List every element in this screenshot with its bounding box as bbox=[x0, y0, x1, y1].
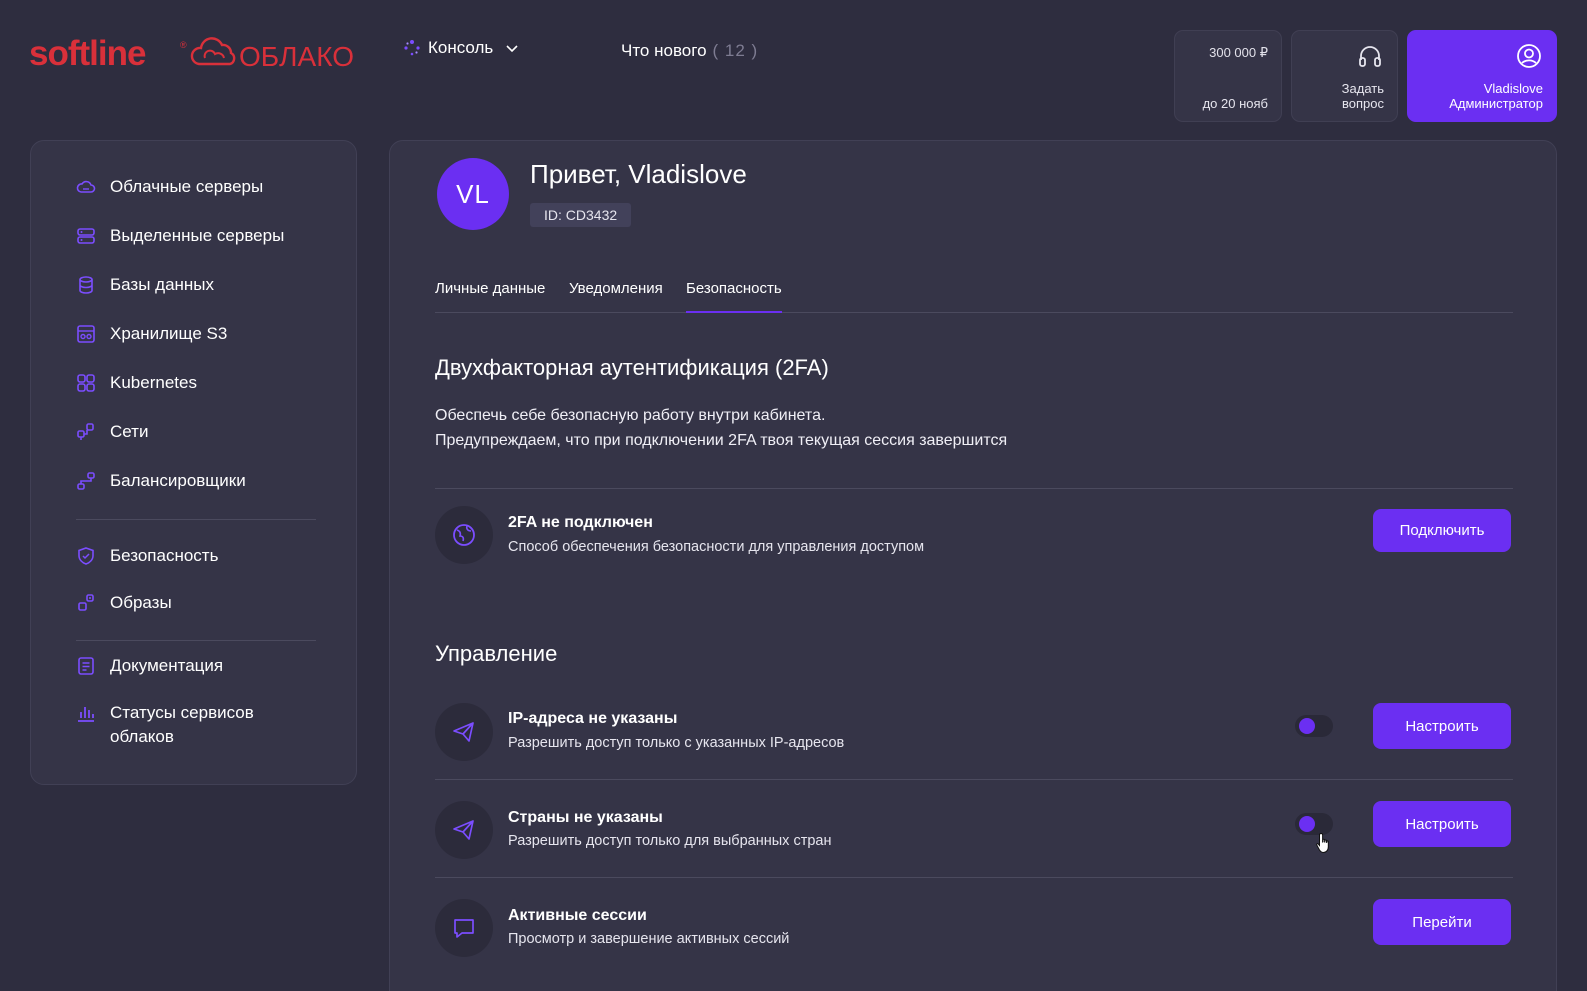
toggle-knob bbox=[1299, 718, 1315, 734]
connect-2fa-button[interactable]: Подключить bbox=[1373, 509, 1511, 552]
country-restriction-title: Страны не указаны bbox=[508, 809, 663, 826]
sidebar-item-images[interactable]: Образы bbox=[76, 591, 172, 615]
whats-new-link[interactable]: Что нового ( 12 ) bbox=[621, 41, 758, 61]
globe-icon bbox=[435, 506, 493, 564]
page-title: Привет, Vladislove bbox=[530, 159, 747, 189]
go-to-sessions-button[interactable]: Перейти bbox=[1373, 899, 1511, 945]
whats-new-count: ( 12 ) bbox=[712, 41, 759, 60]
management-heading: Управление bbox=[435, 641, 558, 666]
sidebar-item-service-statuses[interactable]: Статусы сервисов облаков bbox=[76, 701, 266, 749]
configure-ip-button[interactable]: Настроить bbox=[1373, 703, 1511, 749]
softline-logo[interactable]: softline ® ОБЛАКО bbox=[29, 34, 359, 74]
headphones-icon bbox=[1359, 46, 1381, 67]
balance-card[interactable]: 300 000 ₽ до 20 нояб bbox=[1174, 30, 1282, 122]
send-icon bbox=[435, 801, 493, 859]
sidebar-item-kubernetes[interactable]: Kubernetes bbox=[76, 371, 197, 395]
sidebar-divider bbox=[76, 519, 316, 520]
sidebar-item-label: Базы данных bbox=[110, 275, 215, 294]
chat-icon bbox=[435, 899, 493, 957]
twofa-desc-line1: Обеспечь себе безопасную работу внутри к… bbox=[435, 407, 826, 424]
console-label: Консоль bbox=[428, 38, 494, 57]
active-sessions-subtitle: Просмотр и завершение активных сессий bbox=[508, 931, 790, 947]
sidebar-item-s3-storage[interactable]: Хранилище S3 bbox=[76, 322, 227, 346]
twofa-description: Обеспечь себе безопасную работу внутри к… bbox=[435, 403, 1007, 453]
chevron-down-icon bbox=[506, 45, 518, 53]
sidebar-item-label: Образы bbox=[110, 593, 172, 612]
logo-graphic: softline ® ОБЛАКО bbox=[29, 34, 354, 73]
sidebar-item-label: Хранилище S3 bbox=[110, 324, 228, 343]
user-role: Администратор bbox=[1449, 96, 1543, 111]
server-icon bbox=[77, 228, 95, 244]
console-dropdown[interactable]: Консоль bbox=[404, 38, 519, 58]
cloud-icon bbox=[76, 180, 96, 193]
user-name: Vladislove bbox=[1483, 81, 1543, 96]
document-icon bbox=[78, 657, 94, 675]
sidebar-item-label: Статусы сервисов облаков bbox=[110, 703, 254, 746]
twofa-desc-line2: Предупреждаем, что при подключении 2FA т… bbox=[435, 432, 1008, 449]
chart-icon bbox=[78, 707, 94, 722]
sidebar-item-cloud-servers[interactable]: Облачные серверы bbox=[76, 175, 263, 199]
images-icon bbox=[78, 594, 94, 611]
user-id-badge: ID: CD3432 bbox=[530, 203, 632, 227]
hand-cursor-icon bbox=[1316, 832, 1329, 853]
sidebar-item-label: Облачные серверы bbox=[110, 177, 264, 196]
sidebar-item-databases[interactable]: Базы данных bbox=[76, 273, 214, 297]
user-menu-button[interactable]: Vladislove Администратор bbox=[1407, 30, 1557, 122]
twofa-status-subtitle: Способ обеспечения безопасности для упра… bbox=[508, 539, 925, 555]
kubernetes-icon bbox=[77, 374, 95, 392]
tab-personal-data[interactable]: Личные данные bbox=[435, 280, 545, 297]
sparkle-icon bbox=[404, 40, 420, 56]
toggle-knob bbox=[1299, 816, 1315, 832]
active-sessions-title: Активные сессии bbox=[508, 907, 647, 924]
tab-notifications[interactable]: Уведомления bbox=[569, 280, 663, 297]
avatar: VL bbox=[437, 158, 509, 230]
sidebar-item-documentation[interactable]: Документация bbox=[76, 654, 223, 678]
main-panel: VL Привет, Vladislove ID: CD3432 Личные … bbox=[389, 140, 1557, 991]
sidebar: Облачные серверы Выделенные серверы Базы… bbox=[30, 140, 357, 785]
svg-text:®: ® bbox=[180, 40, 187, 50]
network-icon bbox=[77, 423, 94, 440]
balancer-icon bbox=[77, 472, 95, 490]
support-button[interactable]: Задать вопрос bbox=[1291, 30, 1398, 122]
sidebar-item-label: Балансировщики bbox=[110, 471, 246, 490]
sidebar-item-label: Сети bbox=[110, 422, 149, 441]
twofa-heading: Двухфакторная аутентификация (2FA) bbox=[435, 355, 829, 380]
ip-restriction-toggle[interactable] bbox=[1295, 715, 1333, 737]
shield-icon bbox=[78, 547, 94, 565]
profile-tabs: Личные данные Уведомления Безопасность bbox=[435, 269, 1513, 313]
tab-security[interactable]: Безопасность bbox=[686, 280, 782, 313]
support-label: Задать вопрос bbox=[1341, 81, 1384, 111]
send-icon bbox=[435, 703, 493, 761]
sidebar-item-security[interactable]: Безопасность bbox=[76, 544, 218, 568]
storage-icon bbox=[77, 325, 95, 343]
svg-text:ОБЛАКО: ОБЛАКО bbox=[239, 41, 354, 72]
sidebar-item-dedicated-servers[interactable]: Выделенные серверы bbox=[76, 224, 284, 248]
sidebar-divider bbox=[76, 640, 316, 641]
twofa-status-title: 2FA не подключен bbox=[508, 514, 653, 531]
divider bbox=[435, 877, 1513, 878]
balance-due-date: до 20 нояб bbox=[1202, 96, 1268, 111]
sidebar-item-label: Безопасность bbox=[110, 546, 219, 565]
divider bbox=[435, 488, 1513, 489]
country-restriction-subtitle: Разрешить доступ только для выбранных ст… bbox=[508, 833, 832, 849]
sidebar-item-networks[interactable]: Сети bbox=[76, 420, 148, 444]
sidebar-item-label: Документация bbox=[110, 656, 224, 675]
sidebar-item-balancers[interactable]: Балансировщики bbox=[76, 469, 246, 493]
svg-text:softline: softline bbox=[29, 34, 146, 73]
balance-amount: 300 000 ₽ bbox=[1209, 45, 1268, 60]
database-icon bbox=[79, 276, 93, 294]
user-icon bbox=[1517, 44, 1541, 68]
ip-restriction-title: IP-адреса не указаны bbox=[508, 710, 678, 727]
divider bbox=[435, 779, 1513, 780]
ip-restriction-subtitle: Разрешить доступ только с указанных IP-а… bbox=[508, 735, 845, 751]
configure-countries-button[interactable]: Настроить bbox=[1373, 801, 1511, 847]
sidebar-item-label: Kubernetes bbox=[110, 373, 197, 392]
sidebar-item-label: Выделенные серверы bbox=[110, 226, 285, 245]
whats-new-label: Что нового bbox=[621, 41, 707, 60]
